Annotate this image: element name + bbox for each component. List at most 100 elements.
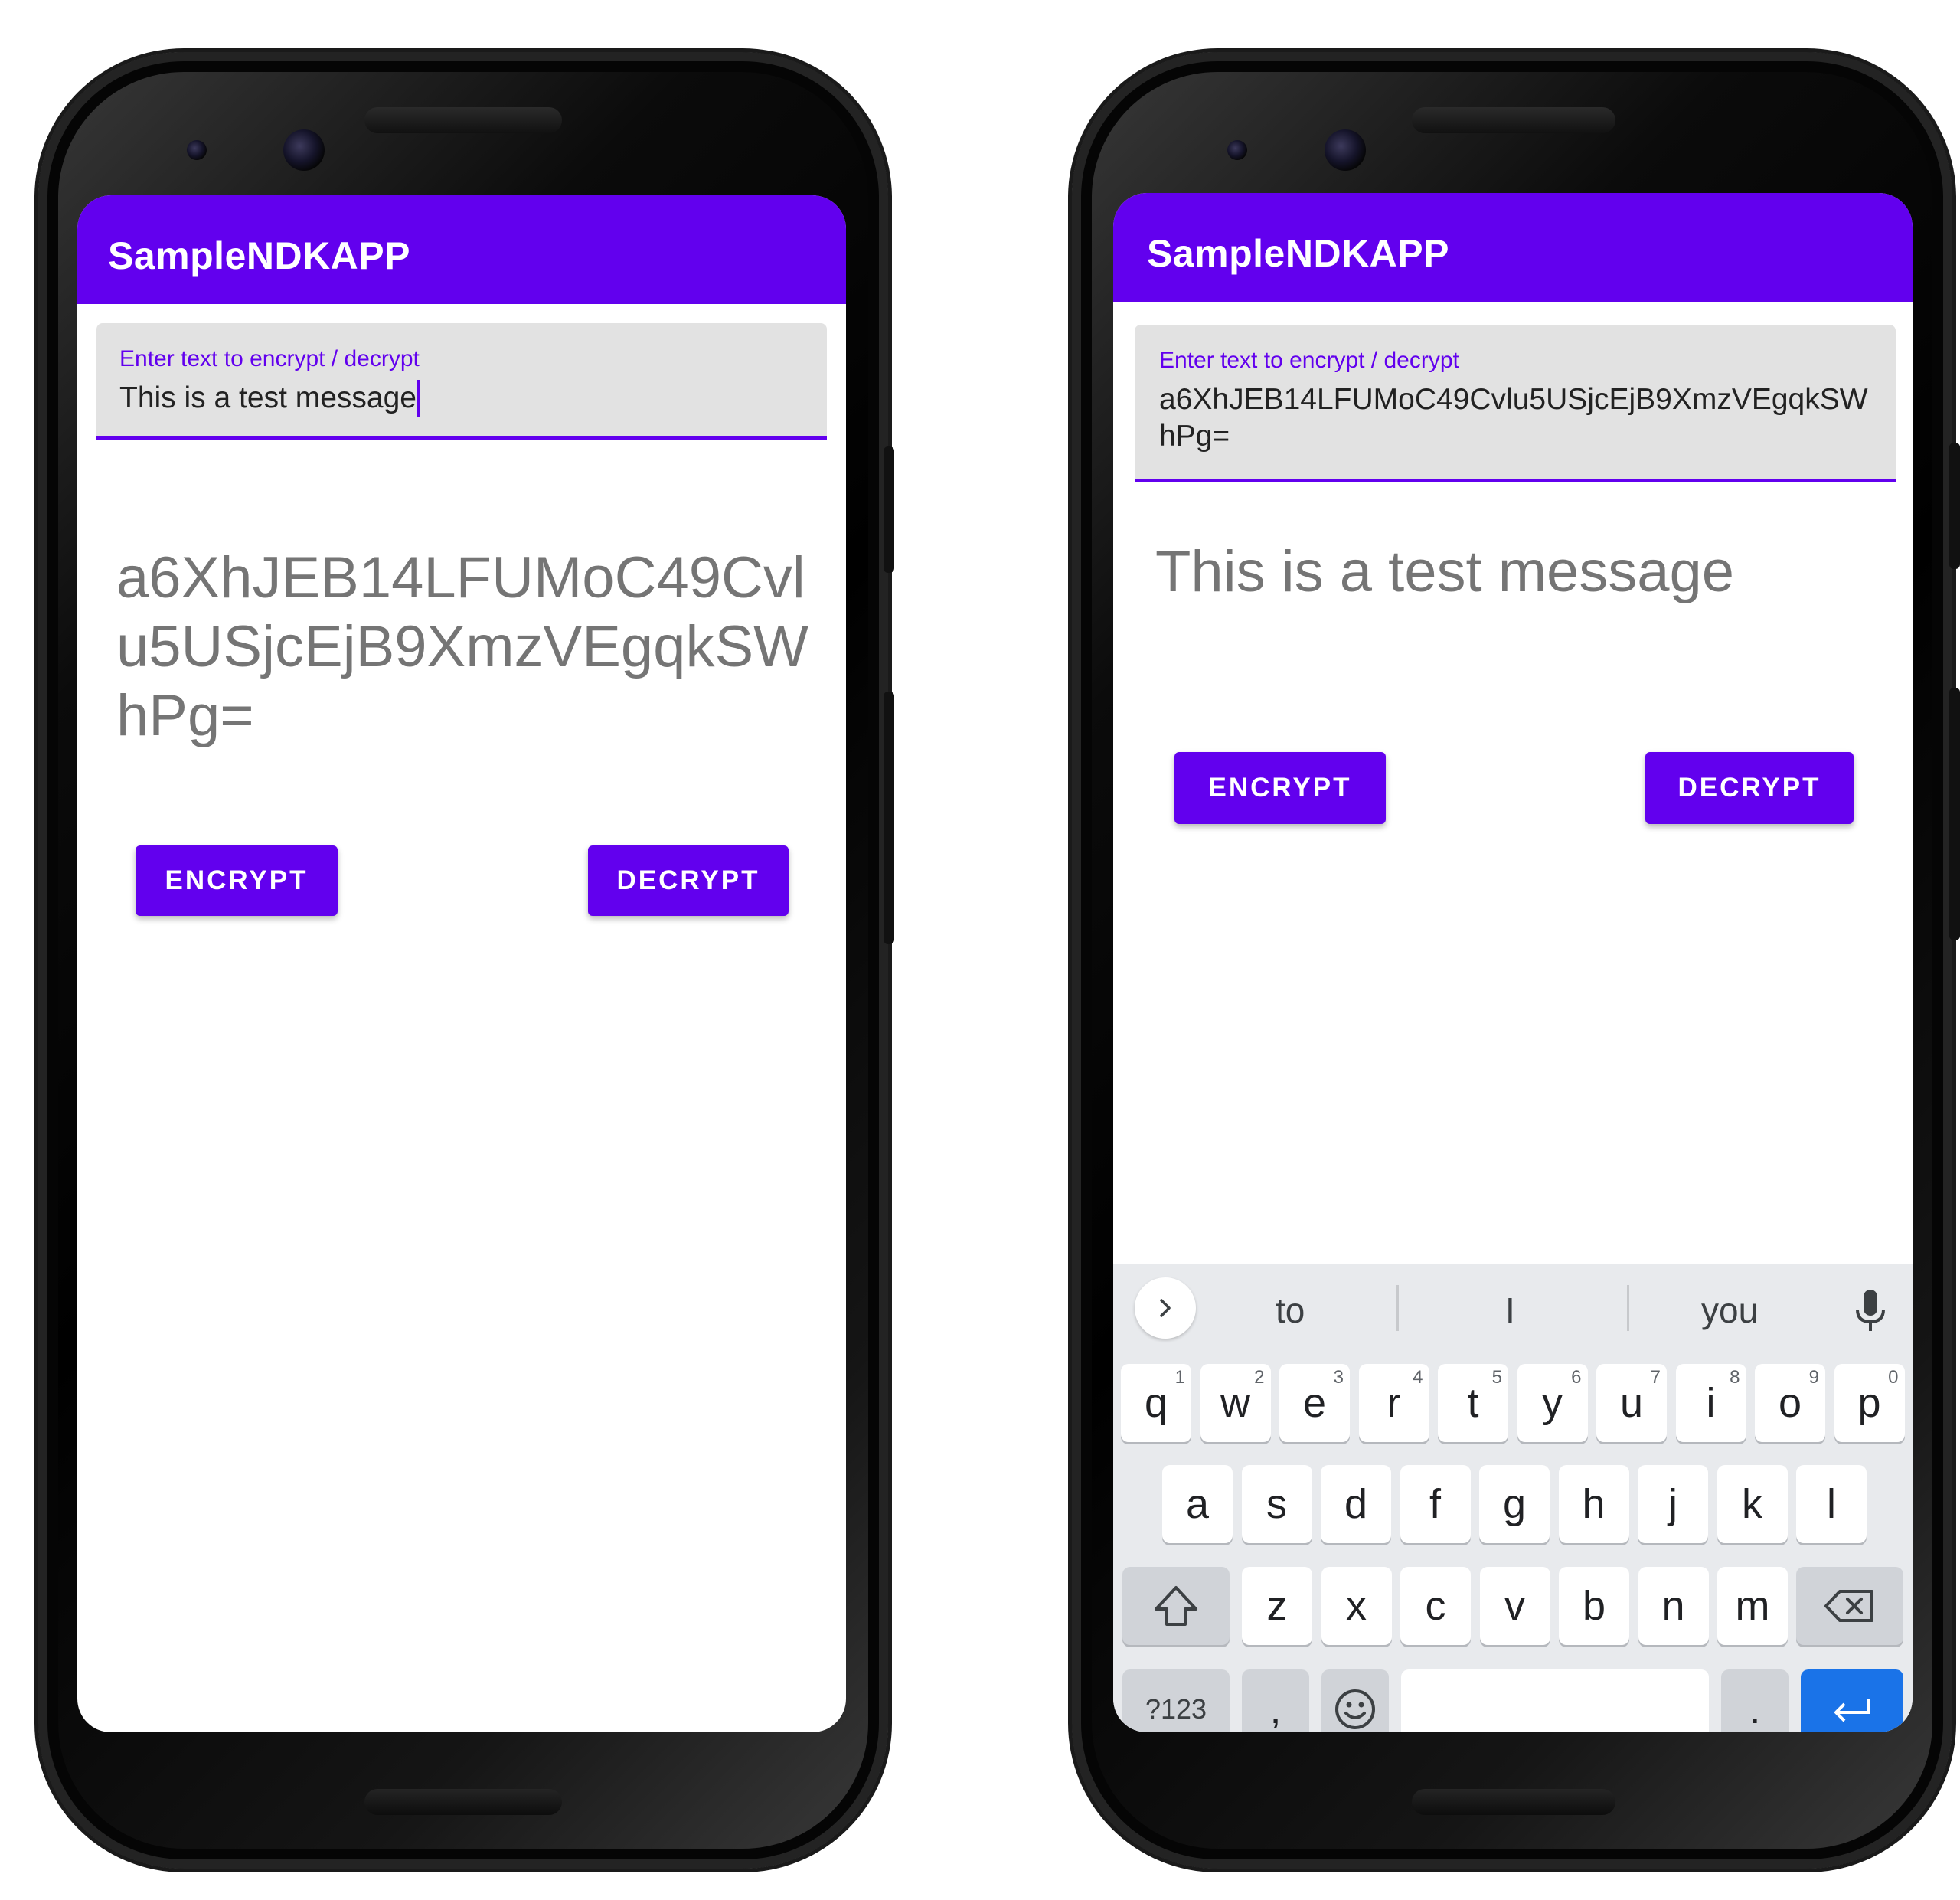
key-number-hint: 5 bbox=[1491, 1367, 1502, 1388]
encrypt-button[interactable]: ENCRYPT bbox=[1174, 752, 1386, 824]
key-number-hint: 3 bbox=[1333, 1367, 1344, 1388]
period-key[interactable]: . bbox=[1721, 1669, 1788, 1732]
comma-key[interactable]: , bbox=[1242, 1669, 1309, 1732]
key-k[interactable]: k bbox=[1717, 1465, 1788, 1543]
earpiece bbox=[364, 107, 562, 133]
bottom-speaker bbox=[364, 1789, 562, 1815]
key-s[interactable]: s bbox=[1241, 1465, 1312, 1543]
key-p[interactable]: p0 bbox=[1834, 1364, 1905, 1442]
backspace-icon bbox=[1824, 1590, 1873, 1622]
key-number-hint: 0 bbox=[1888, 1367, 1899, 1388]
key-t[interactable]: t5 bbox=[1438, 1364, 1508, 1442]
shift-icon bbox=[1155, 1586, 1197, 1626]
front-sensor bbox=[187, 140, 207, 160]
suggestion-strip: to I you bbox=[1113, 1264, 1913, 1356]
key-x[interactable]: x bbox=[1321, 1567, 1392, 1645]
key-m[interactable]: m bbox=[1717, 1567, 1788, 1645]
input-text-row: This is a test message bbox=[119, 380, 804, 417]
emoji-icon bbox=[1335, 1689, 1375, 1729]
key-w[interactable]: w2 bbox=[1200, 1364, 1271, 1442]
emoji-key[interactable] bbox=[1321, 1669, 1389, 1732]
key-label: r bbox=[1387, 1380, 1401, 1426]
volume-button bbox=[1949, 688, 1960, 940]
key-l[interactable]: l bbox=[1796, 1465, 1867, 1543]
input-label: Enter text to encrypt / decrypt bbox=[1159, 348, 1459, 373]
key-v[interactable]: v bbox=[1479, 1567, 1550, 1645]
bottom-speaker bbox=[1412, 1789, 1615, 1815]
earpiece bbox=[1412, 107, 1615, 133]
key-label: t bbox=[1467, 1380, 1479, 1426]
key-number-hint: 9 bbox=[1808, 1367, 1819, 1388]
decrypt-button[interactable]: DECRYPT bbox=[1645, 752, 1854, 824]
suggestion-divider bbox=[1627, 1285, 1629, 1331]
key-u[interactable]: u7 bbox=[1596, 1364, 1667, 1442]
text-input-field[interactable]: Enter text to encrypt / decrypt This is … bbox=[96, 323, 827, 440]
backspace-key[interactable] bbox=[1796, 1567, 1903, 1645]
key-c[interactable]: c bbox=[1400, 1567, 1471, 1645]
key-e[interactable]: e3 bbox=[1279, 1364, 1350, 1442]
text-input-field[interactable]: Enter text to encrypt / decrypt a6XhJEB1… bbox=[1135, 325, 1896, 482]
key-i[interactable]: i8 bbox=[1675, 1364, 1746, 1442]
key-label: w bbox=[1220, 1380, 1250, 1426]
key-h[interactable]: h bbox=[1558, 1465, 1629, 1543]
expand-suggestions-button[interactable] bbox=[1135, 1277, 1196, 1339]
text-cursor bbox=[416, 380, 420, 417]
enter-icon bbox=[1834, 1699, 1870, 1722]
key-number-hint: 2 bbox=[1254, 1367, 1265, 1388]
key-j[interactable]: j bbox=[1638, 1465, 1708, 1543]
soft-keyboard: to I you q1w2e3r4t5y6u7i8o9p0 asdfghjkl … bbox=[1113, 1264, 1913, 1732]
key-z[interactable]: z bbox=[1242, 1567, 1312, 1645]
voice-input-button[interactable] bbox=[1851, 1287, 1890, 1334]
input-value: a6XhJEB14LFUMoC49Cvlu5USjcEjB9XmzVEgqkSW… bbox=[1159, 383, 1868, 453]
key-g[interactable]: g bbox=[1479, 1465, 1550, 1543]
result-text: This is a test message bbox=[1155, 539, 1735, 604]
space-bar[interactable] bbox=[1401, 1669, 1709, 1732]
app-title: SampleNDKAPP bbox=[108, 234, 410, 277]
key-label: i bbox=[1706, 1380, 1716, 1426]
key-y[interactable]: y6 bbox=[1517, 1364, 1588, 1442]
key-label: o bbox=[1778, 1380, 1802, 1426]
input-label: Enter text to encrypt / decrypt bbox=[119, 346, 420, 371]
key-number-hint: 1 bbox=[1174, 1367, 1185, 1388]
suggestion-2[interactable]: I bbox=[1505, 1290, 1515, 1331]
screen: SampleNDKAPP Enter text to encrypt / dec… bbox=[1113, 193, 1913, 1732]
key-number-hint: 6 bbox=[1571, 1367, 1582, 1388]
encrypt-button[interactable]: ENCRYPT bbox=[136, 845, 338, 916]
front-camera bbox=[1325, 129, 1366, 171]
enter-key[interactable] bbox=[1801, 1669, 1903, 1732]
suggestion-divider bbox=[1396, 1285, 1399, 1331]
decrypt-button[interactable]: DECRYPT bbox=[588, 845, 789, 916]
key-d[interactable]: d bbox=[1321, 1465, 1391, 1543]
chevron-right-icon bbox=[1160, 1299, 1171, 1317]
key-n[interactable]: n bbox=[1638, 1567, 1709, 1645]
key-label: e bbox=[1302, 1380, 1327, 1426]
key-number-hint: 4 bbox=[1413, 1367, 1423, 1388]
key-q[interactable]: q1 bbox=[1121, 1364, 1191, 1442]
key-number-hint: 7 bbox=[1650, 1367, 1661, 1388]
key-o[interactable]: o9 bbox=[1755, 1364, 1825, 1442]
key-label: p bbox=[1857, 1380, 1881, 1426]
app-bar: SampleNDKAPP bbox=[77, 195, 846, 304]
key-b[interactable]: b bbox=[1559, 1567, 1629, 1645]
input-value: This is a test message bbox=[119, 381, 416, 414]
app-title: SampleNDKAPP bbox=[1147, 232, 1449, 275]
front-sensor bbox=[1227, 140, 1247, 160]
power-button bbox=[1949, 443, 1960, 569]
mic-icon bbox=[1856, 1290, 1885, 1331]
front-camera bbox=[283, 129, 325, 171]
key-number-hint: 8 bbox=[1730, 1367, 1740, 1388]
key-label: u bbox=[1619, 1380, 1644, 1426]
phone-left: SampleNDKAPP Enter text to encrypt / dec… bbox=[38, 52, 894, 1869]
power-button bbox=[884, 446, 894, 573]
key-label: q bbox=[1144, 1380, 1168, 1426]
key-f[interactable]: f bbox=[1400, 1465, 1471, 1543]
symbols-key[interactable]: ?123 bbox=[1122, 1669, 1230, 1732]
volume-button bbox=[884, 692, 894, 944]
phone-right: SampleNDKAPP Enter text to encrypt / dec… bbox=[1072, 52, 1960, 1869]
shift-key[interactable] bbox=[1122, 1567, 1230, 1645]
key-a[interactable]: a bbox=[1162, 1465, 1233, 1543]
suggestion-3[interactable]: you bbox=[1701, 1290, 1758, 1331]
suggestion-1[interactable]: to bbox=[1276, 1290, 1305, 1331]
key-label: y bbox=[1542, 1380, 1563, 1426]
key-r[interactable]: r4 bbox=[1358, 1364, 1429, 1442]
